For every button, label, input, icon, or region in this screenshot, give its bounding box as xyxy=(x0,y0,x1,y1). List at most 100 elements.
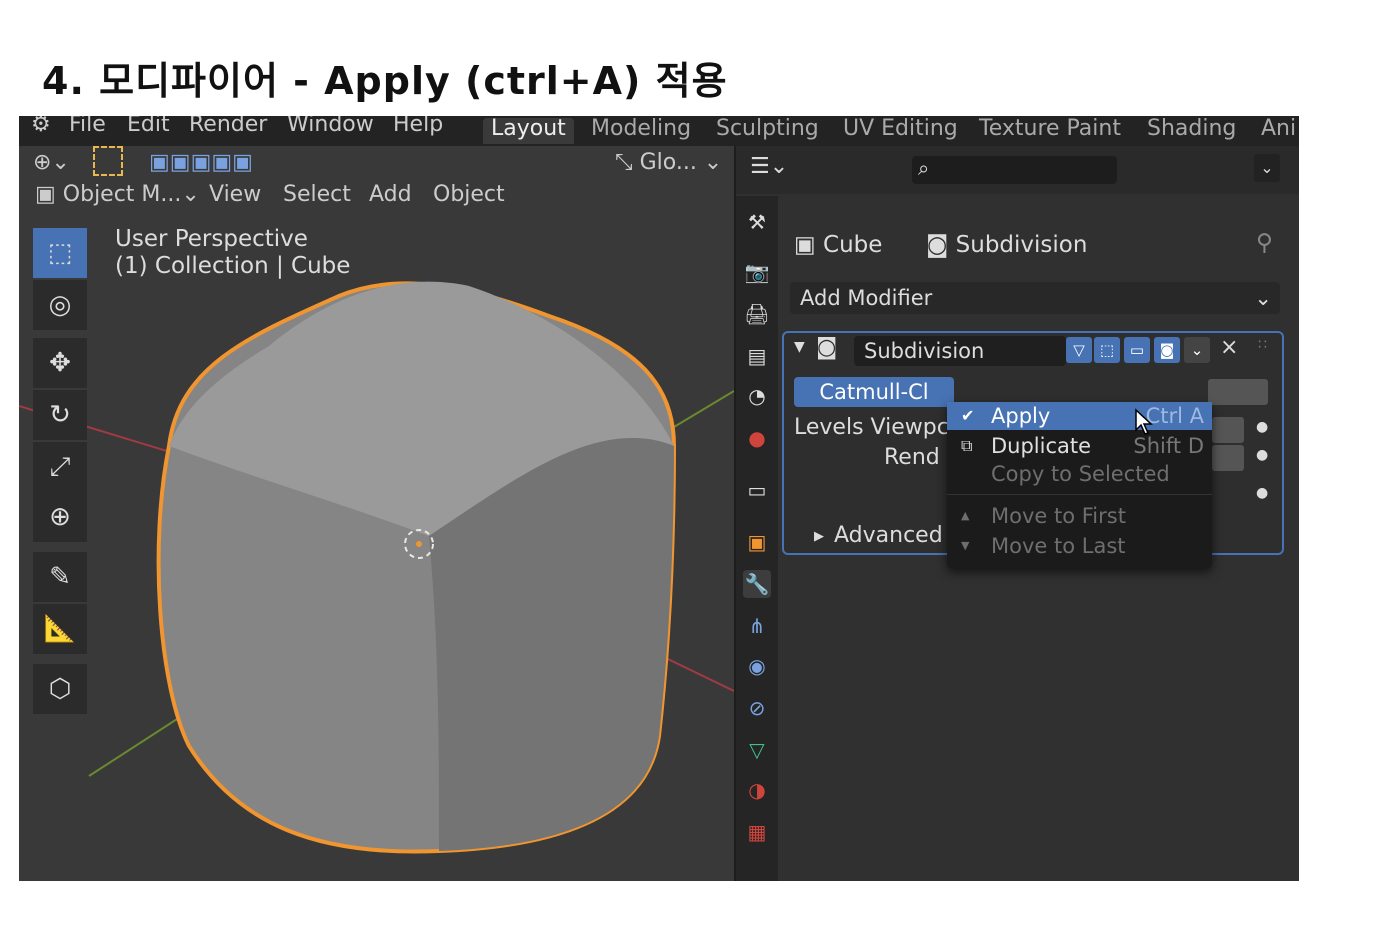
advanced-subpanel-label[interactable]: Advanced xyxy=(834,523,943,548)
transform-orientation-dropdown[interactable]: ⤡ Glo... ⌄ xyxy=(615,150,722,175)
world-tab-icon[interactable]: ● xyxy=(743,424,771,452)
render-tab-icon[interactable]: 📷 xyxy=(743,258,771,286)
menu-render[interactable]: Render xyxy=(189,116,267,137)
menu-item-copy-to-selected[interactable]: Copy to Selected xyxy=(947,460,1212,488)
apply-shortcut: Ctrl A xyxy=(1145,404,1204,428)
selection-mode-icons[interactable]: ▣▣▣▣▣ xyxy=(149,150,253,175)
triangle-down-icon: ▼ xyxy=(961,539,970,552)
cursor-tool-icon[interactable]: ◎ xyxy=(33,280,87,330)
menu-edit[interactable]: Edit xyxy=(127,116,170,137)
modifier-tab-wrench-icon[interactable]: 🔧 xyxy=(743,570,771,598)
drag-handle-icon[interactable]: ∷ xyxy=(1258,337,1267,353)
constraints-tab-icon[interactable]: ⊘ xyxy=(743,694,771,722)
viewport-collection-label: (1) Collection | Cube xyxy=(115,253,351,279)
tab-animation[interactable]: Ani xyxy=(1253,118,1299,144)
top-bar: ⚙ File Edit Render Window Help Layout Mo… xyxy=(19,116,1299,146)
breadcrumb-object: ▣ Cube xyxy=(794,232,883,258)
levels-viewport-field[interactable] xyxy=(1212,417,1244,443)
apply-label: Apply xyxy=(991,404,1051,428)
breadcrumb-modifier: ◙ Subdivision xyxy=(926,232,1088,258)
data-tab-icon[interactable]: ▽ xyxy=(743,736,771,764)
menu-select[interactable]: Select xyxy=(283,182,351,207)
menu-help[interactable]: Help xyxy=(393,116,443,137)
object-tab-icon[interactable]: ▣ xyxy=(743,528,771,556)
texture-tab-icon[interactable]: ▦ xyxy=(743,818,771,846)
3d-viewport[interactable]: ⊕⌄ ▣▣▣▣▣ ⤡ Glo... ⌄ ▣ Object M...⌄ View … xyxy=(19,146,734,881)
add-modifier-dropdown[interactable]: Add Modifier ⌄ xyxy=(790,282,1280,314)
rotate-tool-icon[interactable]: ↻ xyxy=(33,390,87,440)
breadcrumb-modifier-label: Subdivision xyxy=(955,232,1088,258)
viewport-perspective-label: User Perspective xyxy=(115,226,308,252)
tab-sculpting[interactable]: Sculpting xyxy=(708,118,827,144)
output-tab-icon[interactable]: 🖨 xyxy=(743,300,771,328)
catmull-clark-tab[interactable]: Catmull-Cl xyxy=(794,377,954,407)
editor-type-icon[interactable]: ☰⌄ xyxy=(750,154,788,179)
menu-object[interactable]: Object xyxy=(433,182,505,207)
blender-logo-icon[interactable]: ⚙ xyxy=(31,116,51,137)
editor-type-icon[interactable]: ⊕⌄ xyxy=(33,150,70,175)
select-tool-icon[interactable]: ⬚ xyxy=(33,228,87,278)
viewport-header-menus: ▣ Object M...⌄ View Select Add Object xyxy=(19,182,734,218)
add-cube-tool-icon[interactable]: ⬡ xyxy=(33,664,87,714)
annotate-tool-icon[interactable]: ✎ xyxy=(33,552,87,602)
levels-viewport-label: Levels Viewpc xyxy=(794,415,949,440)
viewport-display-icon[interactable]: ▭ xyxy=(1124,337,1150,363)
copy-to-selected-label: Copy to Selected xyxy=(991,462,1170,486)
tab-uv-editing[interactable]: UV Editing xyxy=(835,118,966,144)
render-camera-icon[interactable]: ◙ xyxy=(1154,337,1180,363)
menu-separator xyxy=(947,494,1212,495)
properties-tabs: ⚒ 📷 🖨 ▤ ◔ ● ▭ ▣ 🔧 ⋔ ◉ ⊘ ▽ ◑ ▦ xyxy=(736,196,778,881)
tool-tab-icon[interactable]: ⚒ xyxy=(743,208,771,236)
origin-point xyxy=(416,541,422,547)
select-box-icon[interactable] xyxy=(93,146,123,176)
triangle-up-icon: ▲ xyxy=(961,509,970,522)
duplicate-icon: ⧉ xyxy=(961,436,973,455)
menu-add[interactable]: Add xyxy=(369,182,412,207)
collection-tab-icon[interactable]: ▭ xyxy=(743,476,771,504)
material-tab-icon[interactable]: ◑ xyxy=(743,776,771,804)
physics-tab-icon[interactable]: ◉ xyxy=(743,652,771,680)
menu-window[interactable]: Window xyxy=(287,116,374,137)
menu-item-move-to-first[interactable]: ▲ Move to First xyxy=(947,502,1212,530)
tab-layout[interactable]: Layout xyxy=(483,118,574,144)
keyframe-dot-icon[interactable]: ● xyxy=(1256,447,1268,463)
edit-cage-icon[interactable]: ▽ xyxy=(1066,337,1092,363)
advanced-expand-arrow-icon[interactable]: ▶ xyxy=(814,529,824,544)
tab-shading[interactable]: Shading xyxy=(1139,118,1244,144)
modifier-context-menu: ✔ Apply Ctrl A ⧉ Duplicate Shift D Copy … xyxy=(947,402,1212,568)
options-dropdown[interactable]: ⌄ xyxy=(1254,154,1280,182)
menu-item-duplicate[interactable]: ⧉ Duplicate Shift D xyxy=(947,432,1212,460)
menu-file[interactable]: File xyxy=(69,116,106,137)
search-input[interactable]: ⌕ xyxy=(912,156,1117,184)
menu-view[interactable]: View xyxy=(209,182,261,207)
menu-item-move-to-last[interactable]: ▼ Move to Last xyxy=(947,532,1212,560)
modifier-menu-chevron-icon[interactable]: ⌄ xyxy=(1184,337,1210,363)
move-tool-icon[interactable]: ✥ xyxy=(33,338,87,388)
scene-tab-icon[interactable]: ◔ xyxy=(743,382,771,410)
collapse-arrow-icon[interactable]: ▼ xyxy=(794,339,805,355)
view-layer-tab-icon[interactable]: ▤ xyxy=(743,342,771,370)
edit-mode-icon[interactable]: ⬚ xyxy=(1094,337,1120,363)
add-modifier-label: Add Modifier xyxy=(800,286,933,310)
viewport-header-top: ⊕⌄ ▣▣▣▣▣ ⤡ Glo... ⌄ xyxy=(19,146,734,182)
chevron-down-icon: ⌄ xyxy=(1254,286,1272,310)
keyframe-dot-icon[interactable]: ● xyxy=(1256,485,1268,501)
tab-texture-paint[interactable]: Texture Paint xyxy=(971,118,1129,144)
pin-icon[interactable]: ⚲ xyxy=(1256,230,1273,256)
checkmark-icon: ✔ xyxy=(961,406,975,425)
transform-orientation-label: Glo... xyxy=(639,150,697,175)
blender-screenshot: ⚙ File Edit Render Window Help Layout Mo… xyxy=(19,116,1299,881)
measure-tool-icon[interactable]: 📐 xyxy=(33,604,87,654)
tab-modeling[interactable]: Modeling xyxy=(583,118,699,144)
particles-tab-icon[interactable]: ⋔ xyxy=(743,612,771,640)
transform-tool-icon[interactable]: ⊕ xyxy=(33,492,87,542)
keyframe-dot-icon[interactable]: ● xyxy=(1256,419,1268,435)
simple-tab[interactable] xyxy=(1208,379,1268,405)
duplicate-label: Duplicate xyxy=(991,434,1092,458)
render-levels-field[interactable] xyxy=(1212,445,1244,471)
mode-dropdown[interactable]: ▣ Object M...⌄ xyxy=(35,182,200,207)
close-icon[interactable]: × xyxy=(1220,335,1238,360)
menu-item-apply[interactable]: ✔ Apply Ctrl A xyxy=(947,402,1212,430)
scale-tool-icon[interactable]: ⤢ xyxy=(33,442,87,492)
modifier-name-field[interactable]: Subdivision xyxy=(854,336,1066,366)
